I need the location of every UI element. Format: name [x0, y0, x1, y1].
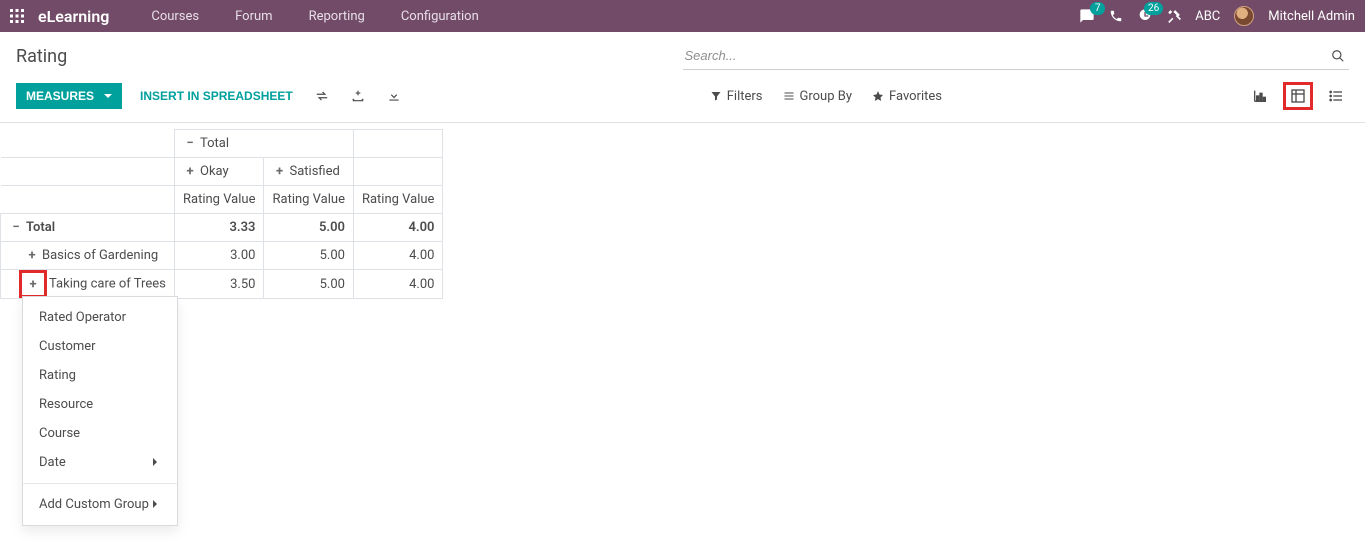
table-row: +Taking care of Trees 3.50 5.00 4.00 — [1, 270, 443, 299]
measure-label-2: Rating Value — [264, 186, 353, 214]
measure-label-1: Rating Value — [175, 186, 264, 214]
pivot-view-icon[interactable] — [1283, 82, 1313, 110]
filters-label: Filters — [727, 89, 763, 104]
chevron-right-icon — [149, 455, 161, 470]
dropdown-item-rated-operator[interactable]: Rated Operator — [23, 303, 177, 332]
col-blank-3 — [353, 158, 442, 186]
groupby-button[interactable]: Group By — [783, 89, 853, 104]
row-taking-care-trees[interactable]: +Taking care of Trees — [1, 270, 175, 299]
row-total-header[interactable]: −Total — [1, 214, 175, 242]
pivot-corner3 — [1, 186, 175, 214]
measures-button[interactable]: MEASURES — [16, 83, 122, 109]
cell: 3.00 — [175, 242, 264, 270]
list-view-icon[interactable] — [1323, 85, 1349, 107]
nav-right: 7 26 ABC Mitchell Admin — [1079, 6, 1355, 26]
favorites-button[interactable]: Favorites — [872, 89, 942, 104]
graph-view-icon[interactable] — [1247, 85, 1273, 107]
phone-icon[interactable] — [1109, 9, 1123, 23]
nav-link-configuration[interactable]: Configuration — [387, 9, 493, 24]
brand-title[interactable]: eLearning — [38, 7, 109, 26]
total-satisfied: 5.00 — [264, 214, 353, 242]
dropdown-item-course[interactable]: Course — [23, 419, 177, 448]
cp-left: MEASURES INSERT IN SPREADSHEET — [16, 83, 405, 109]
company-switcher[interactable]: ABC — [1195, 9, 1220, 24]
pivot-corner — [1, 130, 175, 158]
avatar[interactable] — [1234, 6, 1254, 26]
table-row: +Basics of Gardening 3.00 5.00 4.00 — [1, 242, 443, 270]
download-icon[interactable] — [383, 85, 405, 107]
groupby-dropdown: Rated Operator Customer Rating Resource … — [22, 296, 178, 526]
col-group-okay[interactable]: +Okay — [175, 158, 264, 186]
dropdown-separator — [23, 483, 177, 484]
tools-icon[interactable] — [1167, 9, 1181, 23]
cell: 4.00 — [353, 242, 442, 270]
cp-right — [1247, 82, 1349, 110]
dropdown-item-resource[interactable]: Resource — [23, 390, 177, 419]
col-group-satisfied[interactable]: +Satisfied — [264, 158, 353, 186]
dropdown-item-rating[interactable]: Rating — [23, 361, 177, 390]
search-input[interactable] — [683, 42, 1328, 69]
dropdown-item-date[interactable]: Date — [23, 448, 177, 477]
search-icon[interactable] — [1327, 45, 1349, 67]
expand-all-icon[interactable] — [347, 85, 369, 107]
messaging-badge: 7 — [1090, 2, 1105, 15]
groupby-label: Group By — [800, 89, 853, 104]
insert-spreadsheet-button[interactable]: INSERT IN SPREADSHEET — [136, 83, 297, 109]
total-grand: 4.00 — [353, 214, 442, 242]
nav-link-forum[interactable]: Forum — [221, 9, 286, 24]
measure-label-3: Rating Value — [353, 186, 442, 214]
dropdown-item-customer[interactable]: Customer — [23, 332, 177, 361]
col-total-header[interactable]: −Total — [175, 130, 354, 158]
cp-center: Filters Group By Favorites — [710, 89, 942, 104]
activity-icon[interactable]: 26 — [1137, 8, 1153, 24]
cell: 5.00 — [264, 242, 353, 270]
cell: 4.00 — [353, 270, 442, 299]
nav-link-courses[interactable]: Courses — [137, 9, 213, 24]
chevron-right-icon — [149, 497, 161, 512]
filters-button[interactable]: Filters — [710, 89, 763, 104]
page-title: Rating — [16, 46, 67, 67]
cell: 5.00 — [264, 270, 353, 299]
user-name[interactable]: Mitchell Admin — [1268, 9, 1355, 24]
cell: 3.50 — [175, 270, 264, 299]
expand-row-highlight[interactable]: + — [19, 270, 47, 298]
messaging-icon[interactable]: 7 — [1079, 8, 1095, 24]
favorites-label: Favorites — [889, 89, 942, 104]
row-basics-gardening[interactable]: +Basics of Gardening — [1, 242, 175, 270]
flip-axis-icon[interactable] — [311, 85, 333, 107]
control-panel: MEASURES INSERT IN SPREADSHEET Filters G… — [0, 74, 1365, 123]
pivot-table: −Total +Okay +Satisfied Rating Value Rat… — [0, 123, 443, 299]
dropdown-item-add-custom[interactable]: Add Custom Group — [23, 490, 177, 519]
header-row: Rating — [0, 32, 1365, 74]
total-okay: 3.33 — [175, 214, 264, 242]
pivot-corner2 — [1, 158, 175, 186]
nav-link-reporting[interactable]: Reporting — [295, 9, 379, 24]
top-navbar: eLearning Courses Forum Reporting Config… — [0, 0, 1365, 32]
activity-badge: 26 — [1144, 2, 1163, 15]
apps-icon[interactable] — [10, 9, 24, 23]
col-last-blank — [353, 130, 442, 158]
search-wrap — [683, 42, 1350, 70]
